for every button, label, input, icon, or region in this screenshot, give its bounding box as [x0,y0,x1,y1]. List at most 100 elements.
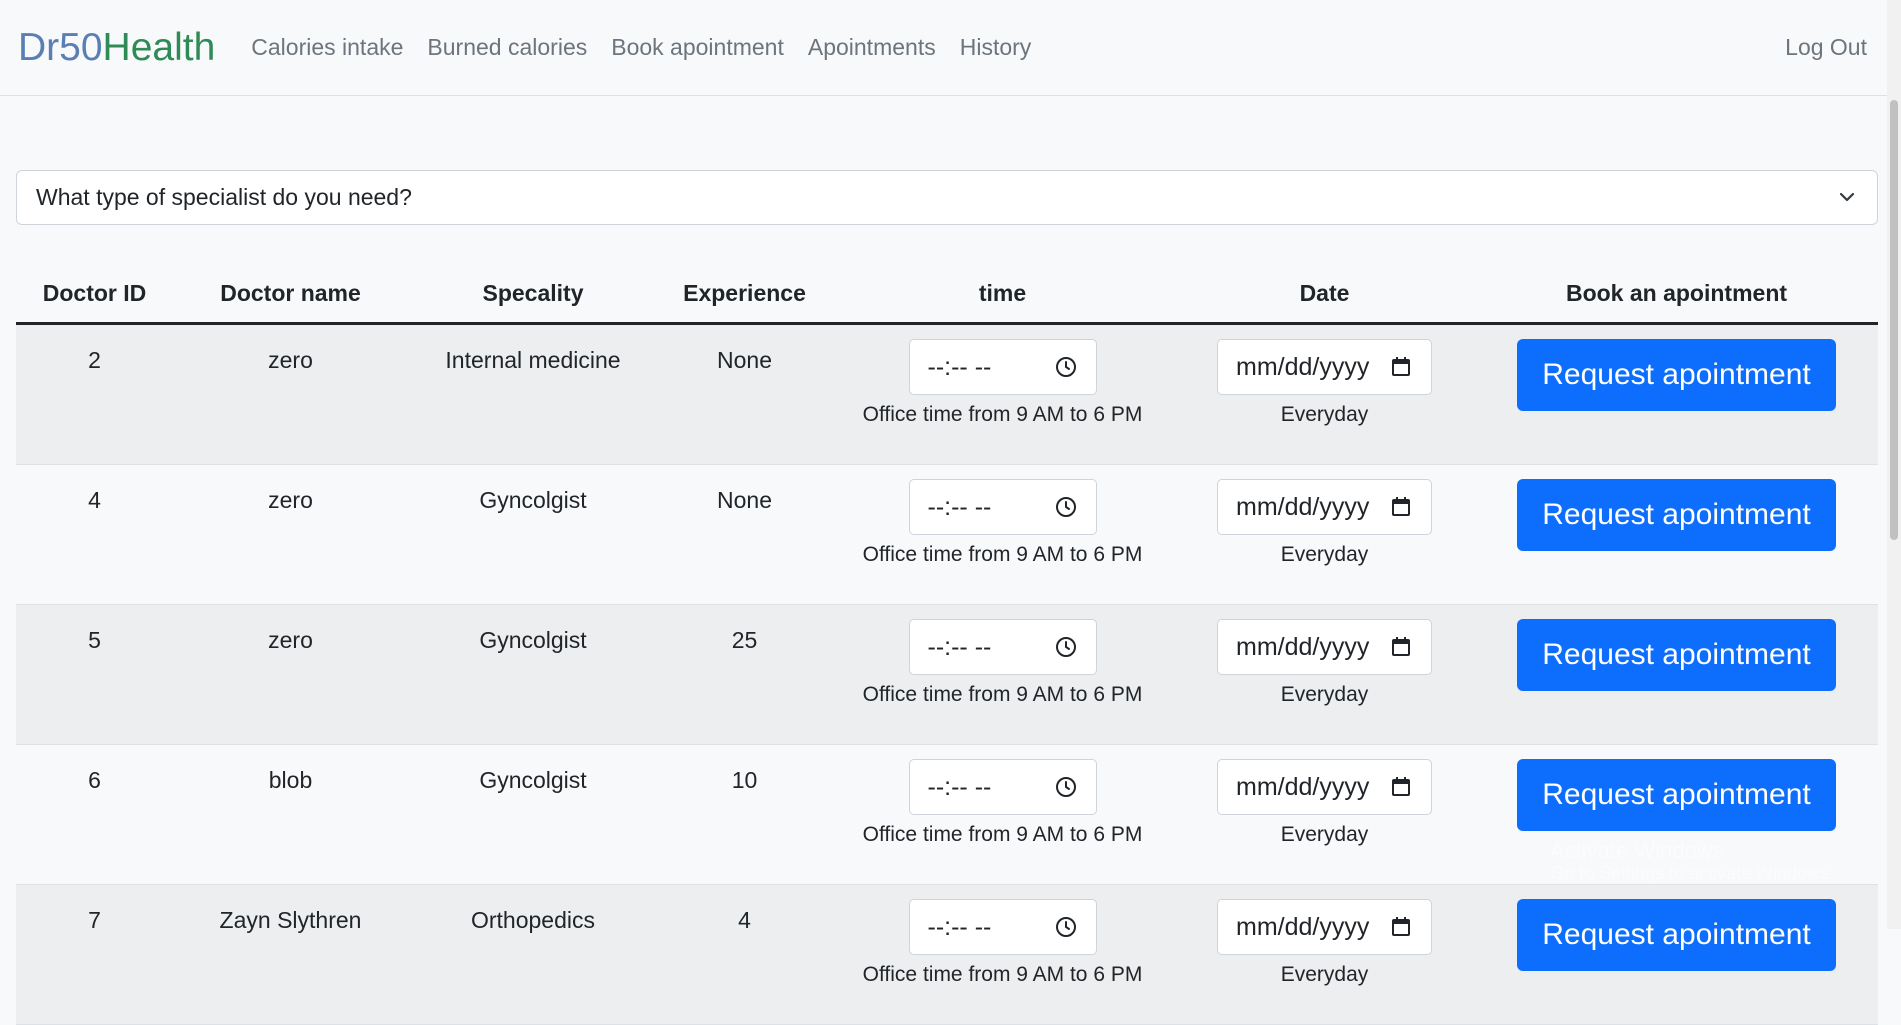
clock-icon [1055,497,1076,517]
date-input[interactable]: mm/dd/yyyy [1217,619,1432,675]
table-row: 6 blob Gyncolgist 10 --:-- -- Office time fro… [16,744,1878,885]
cell-doctor-id: 7 [16,884,173,1025]
calendar-icon [1392,497,1410,516]
request-apointment-button[interactable]: Request apointment [1517,759,1836,831]
table-row: 7 Zayn Slythren Orthopedics 4 --:-- -- Office… [16,884,1878,1025]
clock-icon [1055,637,1076,657]
header-time: time [831,265,1174,325]
date-input[interactable]: mm/dd/yyyy [1217,339,1432,395]
date-input-placeholder: mm/dd/yyyy [1236,352,1370,381]
nav-link-apointments[interactable]: Apointments [808,34,936,61]
cell-speciality: Gyncolgist [408,604,658,745]
date-input-placeholder: mm/dd/yyyy [1236,772,1370,801]
scrollbar[interactable] [1887,0,1901,929]
date-input[interactable]: mm/dd/yyyy [1217,899,1432,955]
time-input[interactable]: --:-- -- [908,899,1097,955]
office-time-hint: Office time from 9 AM to 6 PM [862,963,1143,986]
nav-link-book-apointment[interactable]: Book apointment [611,34,784,61]
time-input-placeholder: --:-- -- [927,912,992,941]
date-hint: Everyday [1280,543,1369,566]
time-input[interactable]: --:-- -- [908,339,1097,395]
cell-doctor-name: zero [173,604,408,745]
header-book: Book an apointment [1475,265,1878,325]
cell-doctor-id: 2 [16,323,173,465]
cell-date: mm/dd/yyyy Everyday [1174,323,1475,465]
clock-icon [1055,357,1076,377]
office-time-hint: Office time from 9 AM to 6 PM [862,823,1143,846]
scrollbar-thumb[interactable] [1890,100,1898,540]
cell-experience: 4 [658,884,831,1025]
date-hint: Everyday [1280,683,1369,706]
cell-speciality: Orthopedics [408,884,658,1025]
chevron-down-icon [1839,192,1855,202]
date-input[interactable]: mm/dd/yyyy [1217,479,1432,535]
cell-experience: None [658,323,831,465]
date-input-placeholder: mm/dd/yyyy [1236,632,1370,661]
header-date: Date [1174,265,1475,325]
calendar-icon [1392,357,1410,376]
calendar-icon [1392,777,1410,796]
cell-speciality: Internal medicine [408,323,658,465]
cell-time: --:-- -- Office time from 9 AM to 6 PM [831,744,1174,885]
cell-doctor-name: blob [173,744,408,885]
brand-logo[interactable]: Dr50Health [18,26,215,70]
cell-doctor-name: zero [173,464,408,605]
table-header-row: Doctor ID Doctor name Specality Experien… [16,265,1878,325]
cell-book: Request apointment [1475,464,1878,605]
time-input[interactable]: --:-- -- [908,479,1097,535]
cell-speciality: Gyncolgist [408,464,658,605]
cell-book: Request apointment [1475,884,1878,1025]
specialist-select[interactable]: What type of specialist do you need? [16,170,1878,225]
header-doctor-name: Doctor name [173,265,408,325]
cell-experience: 25 [658,604,831,745]
cell-doctor-name: Zayn Slythren [173,884,408,1025]
cell-doctor-id: 5 [16,604,173,745]
cell-date: mm/dd/yyyy Everyday [1174,464,1475,605]
cell-doctor-id: 4 [16,464,173,605]
logout-link[interactable]: Log Out [1785,34,1867,61]
date-hint: Everyday [1280,963,1369,986]
header-doctor-id: Doctor ID [16,265,173,325]
time-input-placeholder: --:-- -- [927,492,992,521]
cell-doctor-name: zero [173,323,408,465]
office-time-hint: Office time from 9 AM to 6 PM [862,543,1143,566]
doctors-table: Doctor ID Doctor name Specality Experien… [16,265,1878,1025]
cell-speciality: Gyncolgist [408,744,658,885]
specialist-select-value: What type of specialist do you need? [36,184,412,210]
nav-link-history[interactable]: History [960,34,1032,61]
table-row: 2 zero Internal medicine None --:-- -- Office… [16,323,1878,465]
calendar-icon [1392,637,1410,656]
time-input-placeholder: --:-- -- [927,632,992,661]
date-input-placeholder: mm/dd/yyyy [1236,492,1370,521]
cell-date: mm/dd/yyyy Everyday [1174,744,1475,885]
date-input[interactable]: mm/dd/yyyy [1217,759,1432,815]
table-row: 5 zero Gyncolgist 25 --:-- -- Office time fro… [16,604,1878,745]
header-speciality: Specality [408,265,658,325]
time-input-placeholder: --:-- -- [927,772,992,801]
office-time-hint: Office time from 9 AM to 6 PM [862,683,1143,706]
time-input[interactable]: --:-- -- [908,619,1097,675]
cell-doctor-id: 6 [16,744,173,885]
cell-book: Request apointment [1475,323,1878,465]
time-input-placeholder: --:-- -- [927,352,992,381]
cell-time: --:-- -- Office time from 9 AM to 6 PM [831,323,1174,465]
clock-icon [1055,917,1076,937]
table-row: 4 zero Gyncolgist None --:-- -- Office time f… [16,464,1878,605]
nav-link-calories-intake[interactable]: Calories intake [251,34,403,61]
cell-experience: 10 [658,744,831,885]
calendar-icon [1392,917,1410,936]
request-apointment-button[interactable]: Request apointment [1517,479,1836,551]
date-hint: Everyday [1280,823,1369,846]
cell-time: --:-- -- Office time from 9 AM to 6 PM [831,884,1174,1025]
date-input-placeholder: mm/dd/yyyy [1236,912,1370,941]
request-apointment-button[interactable]: Request apointment [1517,899,1836,971]
cell-time: --:-- -- Office time from 9 AM to 6 PM [831,604,1174,745]
brand-part2: Health [102,25,216,69]
request-apointment-button[interactable]: Request apointment [1517,619,1836,691]
nav-links: Calories intake Burned calories Book apo… [251,34,1031,61]
request-apointment-button[interactable]: Request apointment [1517,339,1836,411]
nav-link-burned-calories[interactable]: Burned calories [427,34,587,61]
time-input[interactable]: --:-- -- [908,759,1097,815]
navbar: Dr50Health Calories intake Burned calori… [0,0,1901,96]
cell-book: Request apointment [1475,604,1878,745]
